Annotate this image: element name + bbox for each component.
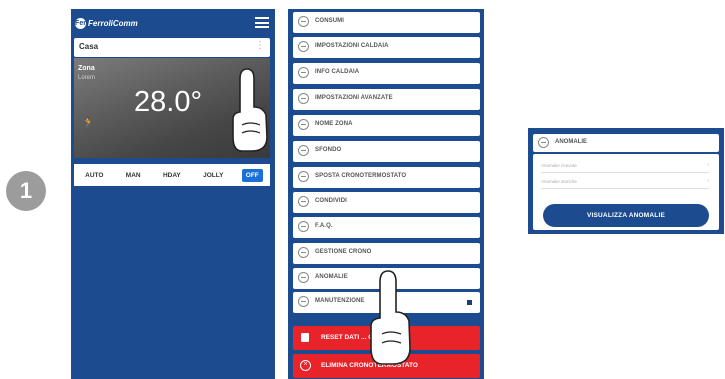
minus-circle-icon [298, 171, 309, 182]
minus-circle-icon [538, 137, 549, 148]
menu-item-gestione-crono[interactable]: GESTIONE CRONO [293, 243, 480, 264]
minus-circle-icon [298, 145, 309, 156]
mode-jolly[interactable]: JOLLY [199, 169, 227, 182]
temperature-readout: 28.0° [134, 86, 203, 118]
menu-item-label: IMPOSTAZIONI AVANZATE [315, 95, 393, 101]
mode-off[interactable]: OFF [241, 168, 263, 182]
mode-hday[interactable]: HDAY [159, 169, 185, 182]
menu-item-nome-zona[interactable]: NOME ZONA [293, 115, 480, 136]
menu-item-info-caldaia[interactable]: INFO CALDAIA [293, 63, 480, 84]
indicator-square-icon [467, 300, 472, 305]
minus-circle-icon [298, 67, 309, 78]
phone-screen-home: Fer FerroliComm Casa ⋮ Zona Lorem 28.0° … [71, 9, 275, 379]
tap-hand-icon [370, 270, 411, 365]
field-label: Anomalie storiche [541, 179, 577, 184]
menu-item-label: SFONDO [315, 147, 342, 153]
menu-item-label: CONDIVIDI [315, 198, 347, 204]
hamburger-menu-icon[interactable] [255, 17, 269, 28]
menu-item-impostazioni-caldaia[interactable]: IMPOSTAZIONI CALDAIA [293, 37, 480, 58]
menu-item-label: F.A.Q. [315, 223, 333, 229]
anomalie-header-label: ANOMALIE [555, 139, 587, 145]
menu-item-label: MANUTENZIONE [315, 298, 365, 304]
minus-circle-icon [298, 41, 309, 52]
person-icon: 🏃 [82, 118, 95, 129]
trash-icon [301, 333, 309, 342]
step-number-badge: 1 [6, 171, 46, 211]
close-circle-icon: × [300, 360, 311, 371]
minus-circle-icon [298, 16, 309, 27]
menu-item-condividi[interactable]: CONDIVIDI [293, 192, 480, 213]
chevron-right-icon: › [707, 178, 709, 184]
anomalie-field-received[interactable]: Anomalie ricevute › [541, 162, 709, 173]
anomalie-panel: ANOMALIE Anomalie ricevute › Anomalie st… [528, 128, 724, 234]
minus-circle-icon [298, 296, 309, 307]
minus-circle-icon [298, 93, 309, 104]
anomalie-body: Anomalie ricevute › Anomalie storiche › … [533, 154, 719, 230]
house-label: Casa [79, 42, 99, 51]
menu-item-label: ANOMALIE [315, 274, 348, 280]
app-logo: Fer FerroliComm [75, 16, 138, 30]
minus-circle-icon [298, 119, 309, 130]
menu-item-impostazioni-avanzate[interactable]: IMPOSTAZIONI AVANZATE [293, 89, 480, 110]
menu-item-consumi[interactable]: CONSUMI [293, 12, 480, 33]
zone-name: Zona [78, 65, 95, 72]
menu-item-faq[interactable]: F.A.Q. [293, 217, 480, 238]
mode-man[interactable]: MAN [122, 169, 145, 182]
minus-circle-icon [298, 247, 309, 258]
menu-item-label: SPOSTA CRONOTERMOSTATO [315, 173, 407, 179]
minus-circle-icon [298, 196, 309, 207]
zone-subtitle: Lorem [78, 75, 96, 81]
minus-circle-icon [298, 272, 309, 283]
house-selector[interactable]: Casa ⋮ [74, 38, 270, 57]
menu-item-sfondo[interactable]: SFONDO [293, 141, 480, 162]
logo-text: FerroliComm [88, 18, 138, 28]
tap-hand-icon [232, 68, 268, 152]
menu-item-label: NOME ZONA [315, 121, 353, 127]
field-label: Anomalie ricevute [541, 163, 577, 168]
more-options-icon[interactable]: ⋮ [255, 40, 265, 51]
app-header: Fer FerroliComm [71, 9, 275, 35]
anomalie-field-history[interactable]: Anomalie storiche › [541, 178, 709, 189]
mode-selector: AUTO MAN HDAY JOLLY OFF [74, 164, 270, 186]
menu-item-label: GESTIONE CRONO [315, 249, 372, 255]
minus-circle-icon [298, 221, 309, 232]
mode-auto[interactable]: AUTO [81, 169, 107, 182]
logo-mark: Fer [75, 17, 86, 29]
menu-item-label: INFO CALDAIA [315, 69, 360, 75]
menu-item-sposta-cronotermostato[interactable]: SPOSTA CRONOTERMOSTATO [293, 167, 480, 188]
menu-item-label: IMPOSTAZIONI CALDAIA [315, 43, 389, 49]
menu-item-label: CONSUMI [315, 18, 345, 24]
anomalie-header[interactable]: ANOMALIE [533, 134, 719, 152]
chevron-right-icon: › [707, 162, 709, 168]
view-anomalies-button[interactable]: VISUALIZZA ANOMALIE [543, 204, 709, 227]
